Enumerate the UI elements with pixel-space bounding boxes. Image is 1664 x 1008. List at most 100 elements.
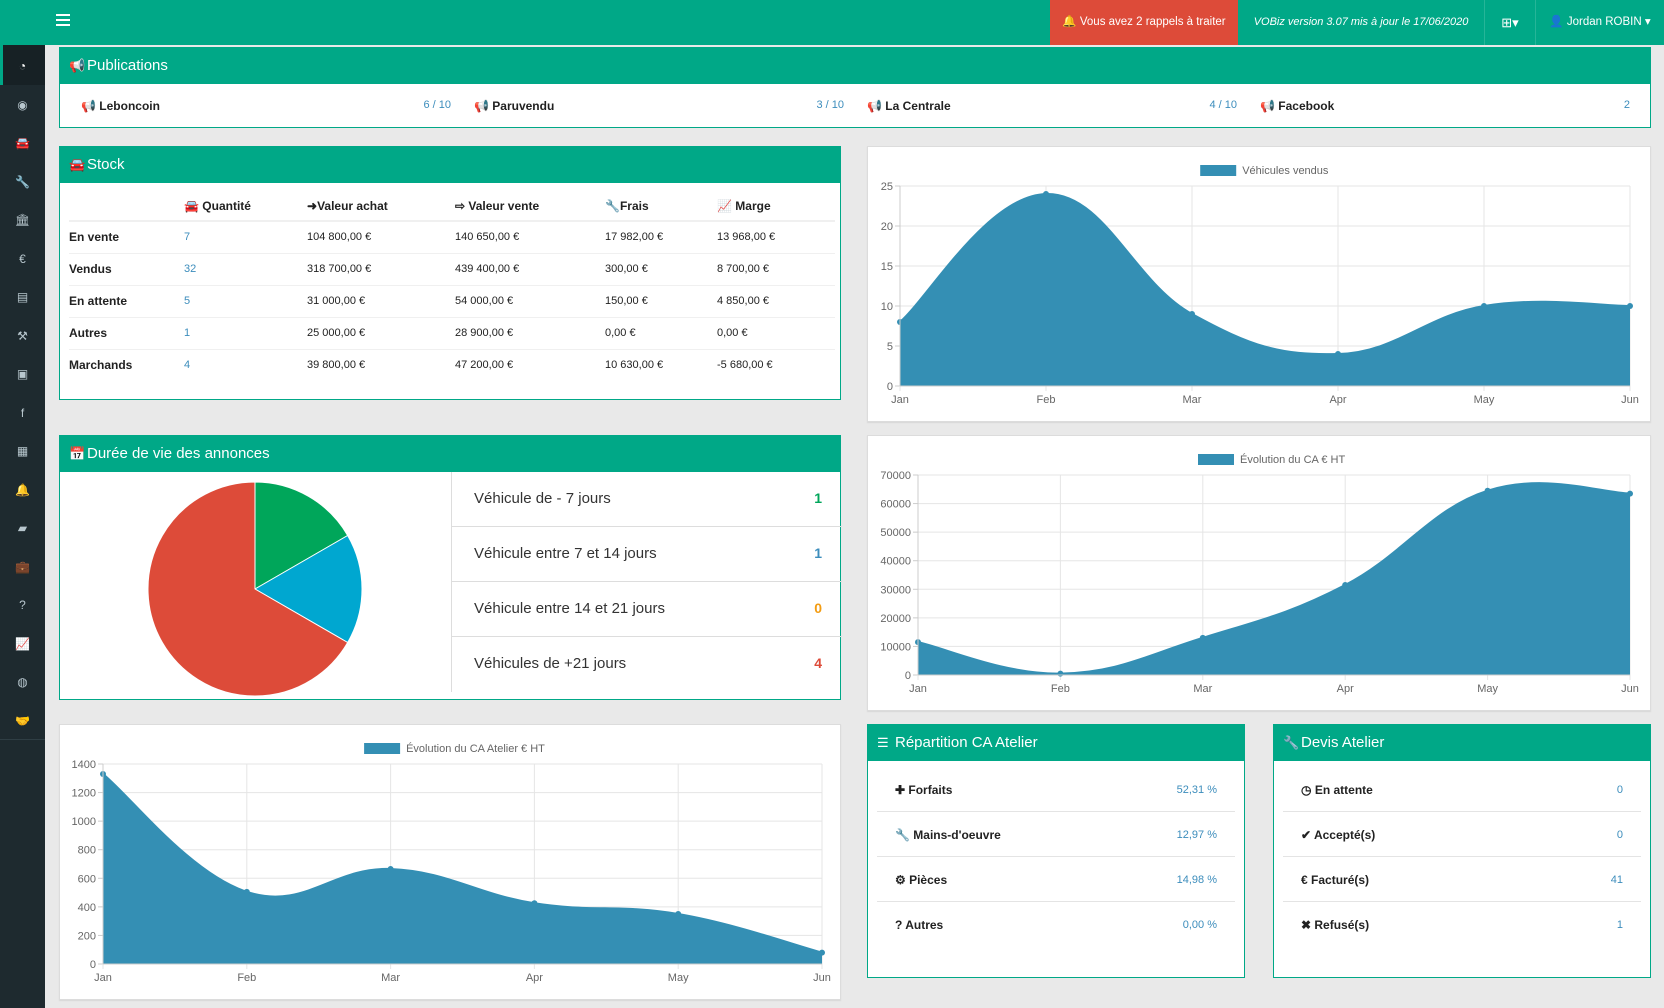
y-tick-label: 10 bbox=[881, 301, 893, 313]
line-chart-icon[interactable]: 📈 bbox=[0, 632, 45, 656]
data-point[interactable] bbox=[531, 900, 538, 907]
duree-list: Véhicule de - 7 jours 1 Véhicule entre 7 e… bbox=[451, 472, 842, 692]
bullhorn-icon: 📢 La Centrale bbox=[867, 99, 951, 113]
legend-swatch[interactable] bbox=[1198, 454, 1234, 465]
x-tick-label: Feb bbox=[237, 972, 256, 984]
data-point[interactable] bbox=[1484, 487, 1491, 494]
data-point[interactable] bbox=[1481, 303, 1487, 309]
cell-valeur-achat: 318 700,00 € bbox=[307, 253, 455, 286]
repartition-value[interactable]: 12,97 % bbox=[1177, 829, 1217, 841]
table-row: Marchands 4 39 800,00 € 47 200,00 € 10 630,0… bbox=[69, 349, 835, 381]
duree-item[interactable]: Véhicule entre 14 et 21 jours 0 bbox=[451, 582, 842, 637]
contact-icon[interactable]: ▣ bbox=[0, 362, 45, 386]
pub-lacentrale[interactable]: 📢 La Centrale 4 / 10 bbox=[867, 99, 1237, 115]
cell-marge: 13 968,00 € bbox=[717, 221, 835, 254]
repartition-value[interactable]: 14,98 % bbox=[1177, 874, 1217, 886]
devis-value[interactable]: 0 bbox=[1617, 784, 1623, 796]
user-menu[interactable]: 👤 Jordan ROBIN ▾ bbox=[1536, 0, 1664, 45]
data-point[interactable] bbox=[819, 949, 825, 956]
devis-item: € Facturé(s) 41 bbox=[1283, 857, 1641, 902]
cell-quantite[interactable]: 5 bbox=[184, 285, 307, 318]
x-tick-label: Jun bbox=[813, 972, 831, 984]
data-point[interactable] bbox=[1627, 303, 1633, 309]
pub-value[interactable]: 3 / 10 bbox=[816, 99, 844, 111]
data-point[interactable] bbox=[243, 888, 250, 895]
cell-frais: 0,00 € bbox=[605, 317, 717, 350]
gavel-icon[interactable]: ⚒ bbox=[0, 324, 45, 348]
data-point[interactable] bbox=[1043, 191, 1049, 197]
table-row: Autres 1 25 000,00 €28 900,00 €0,00 €0,00 … bbox=[69, 317, 835, 350]
euro-icon[interactable]: € bbox=[0, 247, 45, 271]
legend-label[interactable]: Évolution du CA € HT bbox=[1240, 453, 1345, 466]
data-point[interactable] bbox=[387, 866, 394, 872]
legend-label[interactable]: Véhicules vendus bbox=[1242, 165, 1329, 177]
calendar-icon[interactable]: ▦ bbox=[0, 439, 45, 463]
x-tick-label: May bbox=[1477, 683, 1498, 695]
data-point[interactable] bbox=[1199, 634, 1206, 641]
legend-swatch[interactable] bbox=[364, 743, 401, 754]
cell-frais: 300,00 € bbox=[605, 253, 717, 286]
dashboard-icon[interactable]: ◔ bbox=[0, 54, 45, 78]
user-circle-icon[interactable]: ◉ bbox=[0, 93, 45, 117]
sticky-note-icon[interactable]: ▰ bbox=[0, 516, 45, 540]
repartition-item: 🔧 Mains-d'oeuvre 12,97 % bbox=[877, 812, 1235, 857]
cell-valeur-vente: 54 000,00 € bbox=[455, 285, 605, 318]
devis-value[interactable]: 41 bbox=[1611, 874, 1623, 886]
data-point[interactable] bbox=[1342, 582, 1349, 588]
x-tick-label: Jun bbox=[1621, 394, 1639, 406]
cell-valeur-achat: 104 800,00 € bbox=[307, 221, 455, 254]
data-point[interactable] bbox=[1189, 311, 1195, 317]
cell-quantite[interactable]: 4 bbox=[184, 349, 307, 381]
duree-count: 0 bbox=[814, 600, 822, 616]
area-series bbox=[103, 774, 822, 964]
pub-value[interactable]: 6 / 10 bbox=[423, 99, 451, 111]
pub-value[interactable]: 2 bbox=[1624, 99, 1630, 111]
devis-value[interactable]: 0 bbox=[1617, 829, 1623, 841]
cell-valeur-achat: 25 000,00 € bbox=[307, 317, 455, 350]
y-tick-label: 1200 bbox=[72, 788, 96, 800]
row-label: Vendus bbox=[69, 253, 184, 286]
data-point[interactable] bbox=[1627, 490, 1633, 497]
duree-item[interactable]: Véhicule de - 7 jours 1 bbox=[451, 472, 842, 527]
wrench-icon[interactable]: 🔧 bbox=[0, 170, 45, 194]
pub-facebook[interactable]: 📢 Facebook 2 bbox=[1260, 99, 1630, 115]
globe-icon[interactable]: ◍ bbox=[0, 670, 45, 694]
repartition-label: Pièces bbox=[909, 873, 948, 887]
repartition-value[interactable]: 52,31 % bbox=[1177, 784, 1217, 796]
repartition-value[interactable]: 0,00 % bbox=[1183, 919, 1217, 931]
legend-label[interactable]: Évolution du CA Atelier € HT bbox=[406, 742, 545, 755]
devis-label: Refusé(s) bbox=[1314, 918, 1370, 932]
legend-swatch[interactable] bbox=[1200, 165, 1237, 176]
x-tick-label: Mar bbox=[381, 972, 400, 984]
bank-icon[interactable]: 🏛 bbox=[0, 208, 45, 232]
cell-quantite[interactable]: 1 bbox=[184, 317, 307, 350]
x-tick-label: Mar bbox=[1193, 683, 1212, 695]
pub-value[interactable]: 4 / 10 bbox=[1209, 99, 1237, 111]
sidebar-divider bbox=[0, 739, 45, 740]
question-icon[interactable]: ? bbox=[0, 593, 45, 617]
duree-count: 1 bbox=[814, 490, 822, 506]
pub-paruvendu[interactable]: 📢 Paruvendu 3 / 10 bbox=[474, 99, 844, 115]
cell-quantite[interactable]: 32 bbox=[184, 253, 307, 286]
duree-item[interactable]: Véhicules de +21 jours 4 bbox=[451, 637, 842, 692]
cell-valeur-vente: 28 900,00 € bbox=[455, 317, 605, 350]
top-navbar: 🔔 Vous avez 2 rappels à traiter VOBiz ve… bbox=[0, 0, 1664, 45]
devis-value[interactable]: 1 bbox=[1617, 919, 1623, 931]
handshake-icon[interactable]: 🤝 bbox=[0, 709, 45, 733]
menu-toggle-icon[interactable] bbox=[56, 14, 70, 26]
cell-quantite[interactable]: 7 bbox=[184, 221, 307, 254]
pub-leboncoin[interactable]: 📢 Leboncoin 6 / 10 bbox=[81, 99, 451, 115]
publications-title: Publications bbox=[87, 57, 168, 74]
facebook-icon[interactable]: f bbox=[0, 401, 45, 425]
reminders-alert[interactable]: 🔔 Vous avez 2 rappels à traiter bbox=[1050, 0, 1238, 45]
data-point[interactable] bbox=[675, 911, 682, 917]
cell-marge: 0,00 € bbox=[717, 317, 835, 350]
data-point[interactable] bbox=[1057, 670, 1064, 677]
duree-item[interactable]: Véhicule entre 7 et 14 jours 1 bbox=[451, 527, 842, 582]
data-point[interactable] bbox=[1335, 351, 1341, 357]
bell-icon[interactable]: 🔔 bbox=[0, 478, 45, 502]
file-icon[interactable]: ▤ bbox=[0, 285, 45, 309]
quick-add-menu[interactable]: ⊞▾ bbox=[1484, 0, 1536, 45]
car-icon[interactable]: 🚘 bbox=[0, 131, 45, 155]
briefcase-icon[interactable]: 💼 bbox=[0, 555, 45, 579]
